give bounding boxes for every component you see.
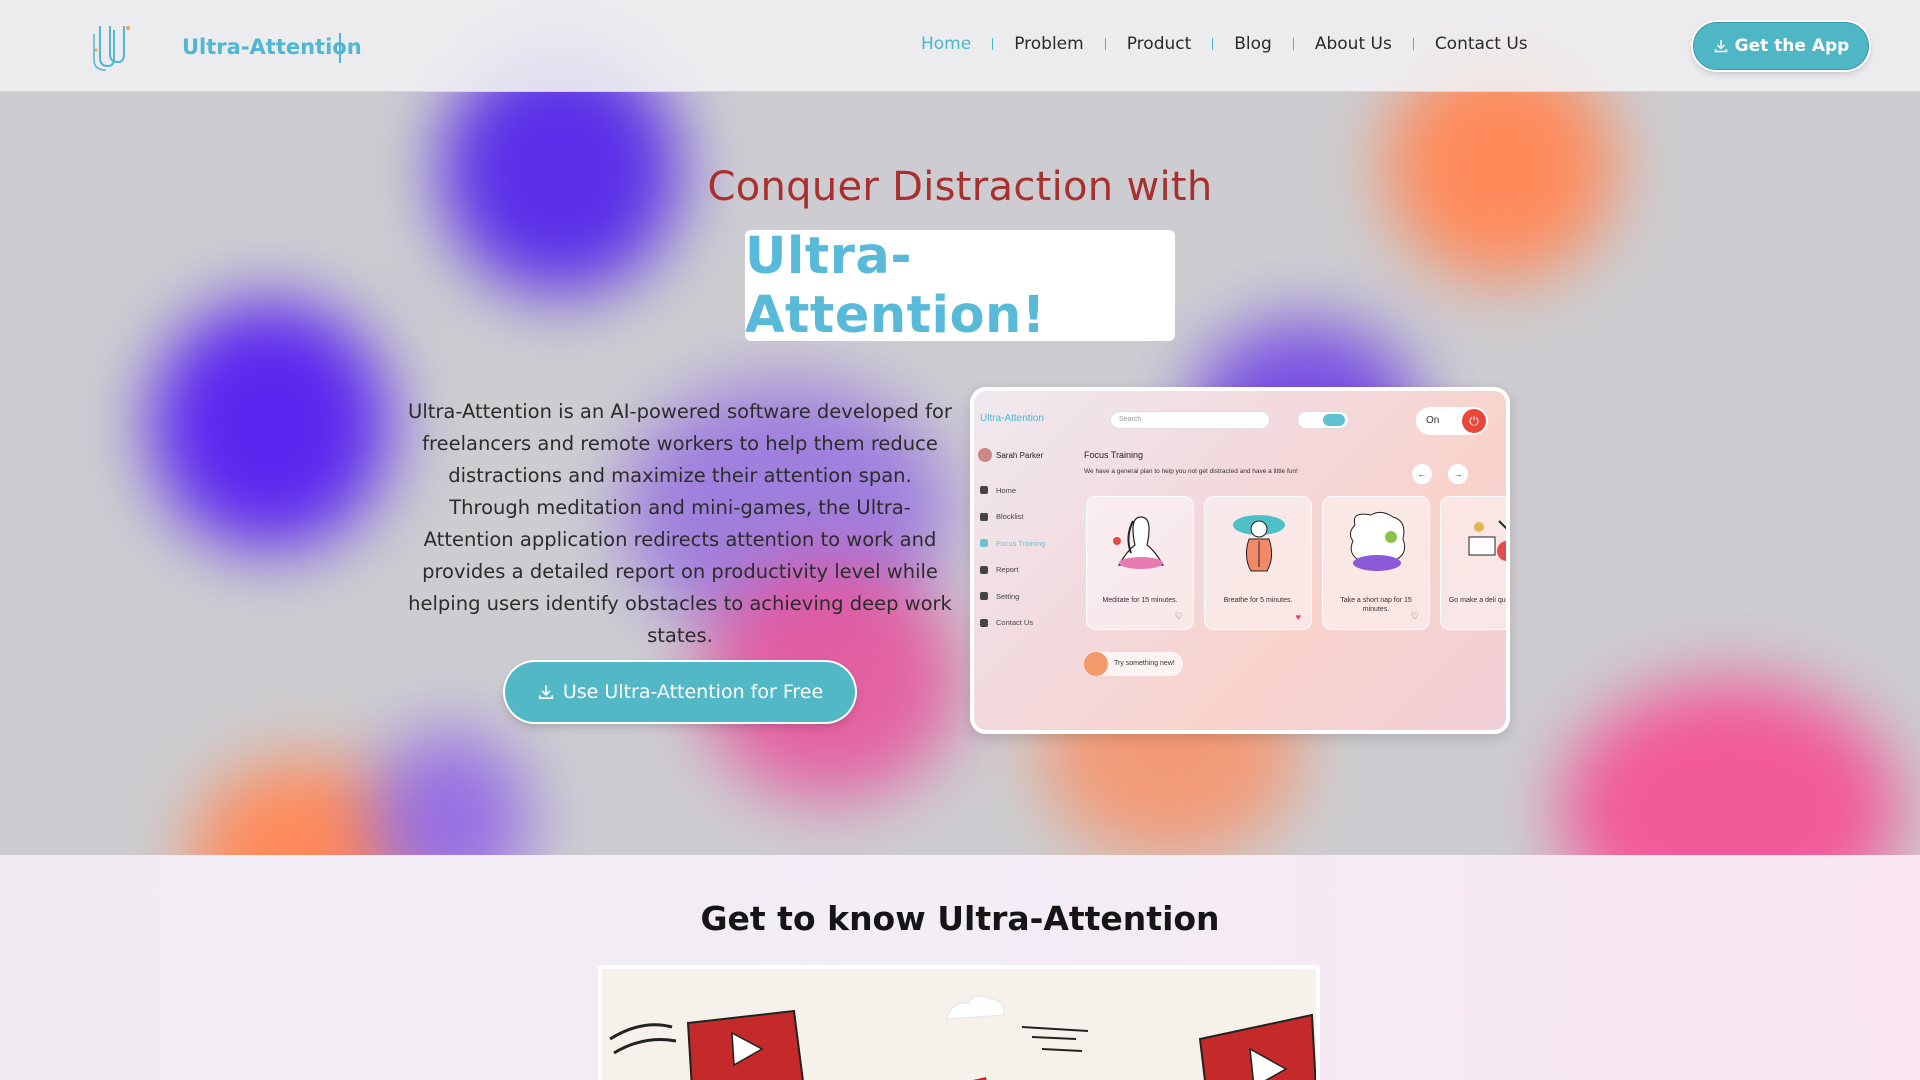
preview-try-label: Try something new! bbox=[1114, 660, 1175, 667]
preview-sidebar-item: Contact Us bbox=[980, 610, 1045, 637]
preview-search: Search bbox=[1110, 411, 1270, 429]
nav-home[interactable]: Home bbox=[900, 34, 992, 54]
intro-video-thumbnail[interactable] bbox=[598, 965, 1320, 1080]
preview-card: Take a short nap for 15 minutes. ♡ bbox=[1322, 496, 1430, 630]
nav-about-us[interactable]: About Us bbox=[1294, 34, 1413, 54]
preview-subtitle: We have a general plan to help you not g… bbox=[1084, 468, 1298, 475]
use-free-button[interactable]: Use Ultra-Attention for Free bbox=[505, 662, 855, 722]
decor-blob bbox=[1560, 680, 1900, 855]
hero-brand-text: Ultra-Attention! bbox=[745, 226, 1046, 345]
preview-card: Meditate for 15 minutes. ♡ bbox=[1086, 496, 1194, 630]
power-icon: ⏻ bbox=[1462, 409, 1486, 433]
preview-card: Go make a deli quick meal fo bbox=[1440, 496, 1508, 630]
heart-icon: ♡ bbox=[1174, 611, 1183, 621]
main-nav: Home Problem Product Blog About Us Conta… bbox=[900, 34, 1549, 54]
meal-illustration-icon bbox=[1468, 520, 1506, 561]
get-app-label: Get the App bbox=[1734, 36, 1850, 56]
brand-caret bbox=[339, 33, 341, 63]
nav-contact-us[interactable]: Contact Us bbox=[1414, 34, 1549, 54]
hero-headline: Conquer Distraction with bbox=[707, 164, 1213, 210]
nav-problem[interactable]: Problem bbox=[993, 34, 1105, 54]
preview-sidebar-item: Blocklist bbox=[980, 504, 1045, 531]
arrow-left-icon: ← bbox=[1412, 464, 1432, 484]
breathe-illustration-icon bbox=[1233, 515, 1285, 572]
preview-card: Breathe for 5 minutes. ♥ bbox=[1204, 496, 1312, 630]
heart-filled-icon: ♥ bbox=[1295, 612, 1301, 622]
top-navbar: Ultra-Attention Home Problem Product Blo… bbox=[0, 0, 1920, 92]
download-icon bbox=[1714, 40, 1727, 53]
decor-blob bbox=[370, 730, 530, 855]
arrow-right-icon: → bbox=[1448, 464, 1468, 484]
use-free-label: Use Ultra-Attention for Free bbox=[562, 681, 824, 703]
preview-user-name: Sarah Parker bbox=[996, 450, 1044, 460]
section-title: Get to know Ultra-Attention bbox=[700, 899, 1220, 938]
heart-icon: ♡ bbox=[1410, 611, 1419, 621]
preview-power-switch: On ⏻ bbox=[1416, 407, 1488, 435]
video-artwork bbox=[609, 995, 1316, 1080]
get-to-know-section: Get to know Ultra-Attention bbox=[0, 855, 1920, 1080]
nav-blog[interactable]: Blog bbox=[1213, 34, 1293, 54]
nav-product[interactable]: Product bbox=[1106, 34, 1213, 54]
preview-sidebar-item: Report bbox=[980, 557, 1045, 584]
meditate-illustration-icon bbox=[1113, 516, 1165, 569]
decor-blob bbox=[150, 300, 390, 550]
preview-try-button: Try something new! bbox=[1084, 652, 1183, 676]
download-icon bbox=[538, 685, 553, 700]
nap-illustration-icon bbox=[1349, 511, 1406, 571]
logo-icon[interactable] bbox=[92, 20, 132, 72]
preview-sidebar: Home Blocklist Focus Training Report Set… bbox=[980, 477, 1045, 636]
preview-sidebar-item: Setting bbox=[980, 583, 1045, 610]
preview-card-caption: Breathe for 5 minutes. bbox=[1223, 597, 1293, 604]
hero-section bbox=[0, 0, 1920, 855]
preview-sidebar-item: Focus Training bbox=[980, 530, 1045, 557]
preview-card-caption: Meditate for 15 minutes. bbox=[1102, 597, 1178, 604]
get-app-button[interactable]: Get the App bbox=[1693, 22, 1869, 70]
preview-theme-toggle bbox=[1297, 411, 1349, 429]
preview-card-caption: Go make a deli quick meal fo bbox=[1448, 597, 1508, 604]
smile-icon bbox=[1084, 652, 1108, 676]
brand-name[interactable]: Ultra-Attention bbox=[182, 35, 362, 59]
preview-sidebar-item: Home bbox=[980, 477, 1045, 504]
app-preview-image: Ultra-Attention Search On ⏻ Sarah Parker… bbox=[970, 387, 1510, 734]
hero-brand-box: Ultra-Attention! bbox=[745, 227, 1175, 345]
preview-title: Focus Training bbox=[1084, 450, 1144, 460]
avatar bbox=[978, 448, 992, 462]
hero-description: Ultra-Attention is an AI-powered softwar… bbox=[408, 400, 952, 647]
preview-user: Sarah Parker bbox=[978, 448, 1043, 462]
preview-logo: Ultra-Attention bbox=[980, 413, 1044, 424]
preview-power-label: On bbox=[1426, 415, 1440, 426]
